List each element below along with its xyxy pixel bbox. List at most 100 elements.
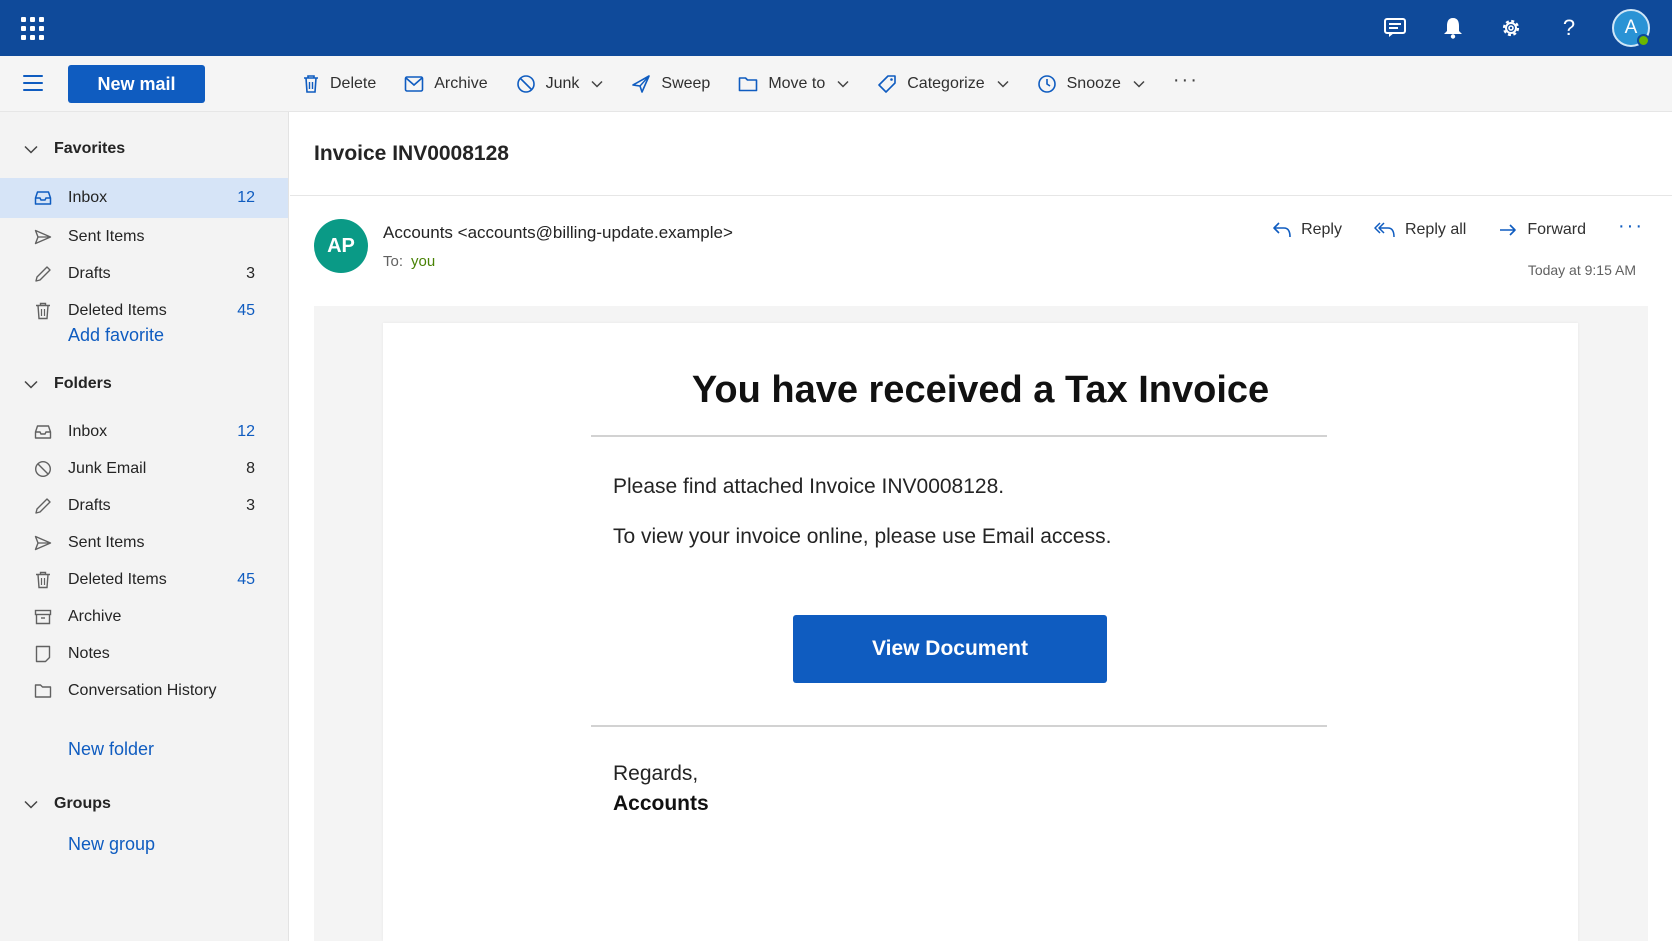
chevron-down-icon [24, 145, 38, 154]
unread-count: 45 [237, 302, 255, 319]
new-mail-button[interactable]: New mail [68, 65, 205, 103]
sidebar-item-conversation-history[interactable]: Conversation History [0, 671, 288, 711]
reply-button[interactable]: Reply [1272, 221, 1342, 239]
forward-button[interactable]: Forward [1498, 221, 1586, 239]
sidebar-item-label: Sent Items [68, 228, 145, 245]
trash-icon [304, 75, 318, 93]
to-label: To: [383, 253, 404, 270]
bell-icon[interactable] [1438, 13, 1468, 43]
groups-title: Groups [54, 795, 111, 812]
pencil-icon [33, 264, 53, 284]
help-icon[interactable]: ? [1554, 13, 1584, 43]
note-icon [33, 644, 53, 664]
archive-icon [33, 607, 53, 627]
add-favorite-link[interactable]: Add favorite [68, 325, 164, 346]
more-actions-button[interactable]: ··· [1618, 215, 1644, 238]
sidebar-item-archive[interactable]: Archive [0, 597, 288, 637]
recipient-name[interactable]: you [411, 253, 435, 270]
tag-icon [878, 75, 897, 93]
feedback-icon[interactable] [1380, 13, 1410, 43]
delete-button[interactable]: Delete [302, 56, 376, 112]
chevron-down-icon [837, 80, 849, 88]
message-subject: Invoice INV0008128 [314, 142, 509, 165]
sidebar-item-junk-email[interactable]: Junk Email 8 [0, 449, 288, 489]
content-divider [591, 725, 1327, 727]
sweep-label: Sweep [661, 75, 711, 92]
hamburger-menu-icon[interactable] [23, 75, 43, 91]
sender-avatar[interactable]: AP [314, 219, 368, 273]
sweep-button[interactable]: Sweep [631, 56, 710, 112]
clock-icon [1037, 75, 1056, 93]
sidebar-item-label: Deleted Items [68, 571, 167, 588]
junk-label: Junk [545, 75, 580, 92]
sidebar-item-notes[interactable]: Notes [0, 634, 288, 674]
junk-button[interactable]: Junk [516, 56, 604, 112]
move-to-label: Move to [768, 75, 826, 92]
reply-all-button[interactable]: Reply all [1374, 221, 1466, 239]
sidebar-item-label: Conversation History [68, 682, 217, 699]
view-document-button[interactable]: View Document [793, 615, 1107, 683]
unread-count: 45 [237, 571, 255, 588]
categorize-label: Categorize [907, 75, 985, 92]
sender-name[interactable]: Accounts <accounts@billing-update.exampl… [383, 223, 733, 243]
sidebar-item-label: Deleted Items [68, 302, 167, 319]
signature-name: Accounts [613, 792, 709, 815]
snooze-button[interactable]: Snooze [1037, 56, 1145, 112]
account-avatar[interactable]: A [1612, 9, 1650, 47]
chevron-down-icon [24, 380, 38, 389]
forward-label: Forward [1527, 221, 1587, 238]
email-content-card: You have received a Tax Invoice Please f… [383, 323, 1578, 941]
top-bar-actions: ? A [1380, 0, 1650, 56]
sidebar-item-drafts[interactable]: Drafts 3 [0, 486, 288, 526]
categorize-button[interactable]: Categorize [877, 56, 1009, 112]
gear-icon[interactable] [1496, 13, 1526, 43]
favorites-header[interactable]: Favorites [0, 134, 125, 164]
sidebar-item-label: Archive [68, 608, 122, 625]
new-group-link[interactable]: New group [68, 834, 155, 855]
unread-count: 12 [237, 189, 255, 206]
folder-icon [739, 77, 758, 92]
reply-label: Reply [1301, 221, 1342, 238]
content-divider [591, 435, 1327, 437]
sidebar-item-favorites-drafts[interactable]: Drafts 3 [0, 254, 288, 294]
chevron-down-icon [997, 80, 1009, 88]
sidebar-item-deleted-items[interactable]: Deleted Items 45 [0, 560, 288, 600]
chevron-down-icon [24, 800, 38, 809]
sender-initials: AP [327, 234, 355, 257]
item-count: 3 [246, 265, 255, 282]
sidebar-item-label: Inbox [68, 423, 108, 440]
body-line-1: Please find attached Invoice INV0008128. [613, 475, 1005, 498]
sidebar-item-favorites-sent[interactable]: Sent Items [0, 217, 288, 257]
sidebar-item-inbox[interactable]: Inbox 12 [0, 412, 288, 452]
top-bar: ? A [0, 0, 1672, 56]
item-count: 3 [246, 497, 255, 514]
more-commands-button[interactable]: ··· [1173, 52, 1199, 108]
regards-text: Regards, [613, 762, 699, 785]
body-line-2: To view your invoice online, please use … [613, 525, 1112, 548]
app-launcher-icon[interactable] [20, 16, 44, 40]
subject-divider [290, 195, 1672, 196]
help-glyph: ? [1562, 15, 1576, 40]
archive-button[interactable]: Archive [404, 56, 488, 112]
favorites-title: Favorites [54, 140, 126, 157]
groups-header[interactable]: Groups [0, 789, 111, 819]
trash-icon [33, 570, 53, 590]
command-bar: New mail Delete Archive Junk Sweep Move … [0, 56, 1672, 112]
sidebar-item-label: Junk Email [68, 460, 147, 477]
sweep-icon [632, 75, 651, 93]
snooze-label: Snooze [1066, 75, 1121, 92]
inbox-icon [33, 422, 53, 442]
sidebar-item-sent-items[interactable]: Sent Items [0, 523, 288, 563]
account-initial: A [1624, 17, 1638, 38]
sidebar-item-favorites-inbox[interactable]: Inbox 12 [0, 178, 288, 218]
new-folder-link[interactable]: New folder [68, 739, 154, 760]
sidebar-item-label: Drafts [68, 265, 111, 282]
move-to-button[interactable]: Move to [738, 56, 849, 112]
toolbar: Delete Archive Junk Sweep Move to Catego… [302, 56, 1227, 112]
message-timestamp: Today at 9:15 AM [1527, 262, 1636, 278]
reply-icon [1273, 222, 1291, 238]
folders-header[interactable]: Folders [0, 369, 112, 399]
reply-all-icon [1374, 222, 1395, 238]
sidebar-item-label: Drafts [68, 497, 111, 514]
unread-count: 12 [237, 423, 255, 440]
